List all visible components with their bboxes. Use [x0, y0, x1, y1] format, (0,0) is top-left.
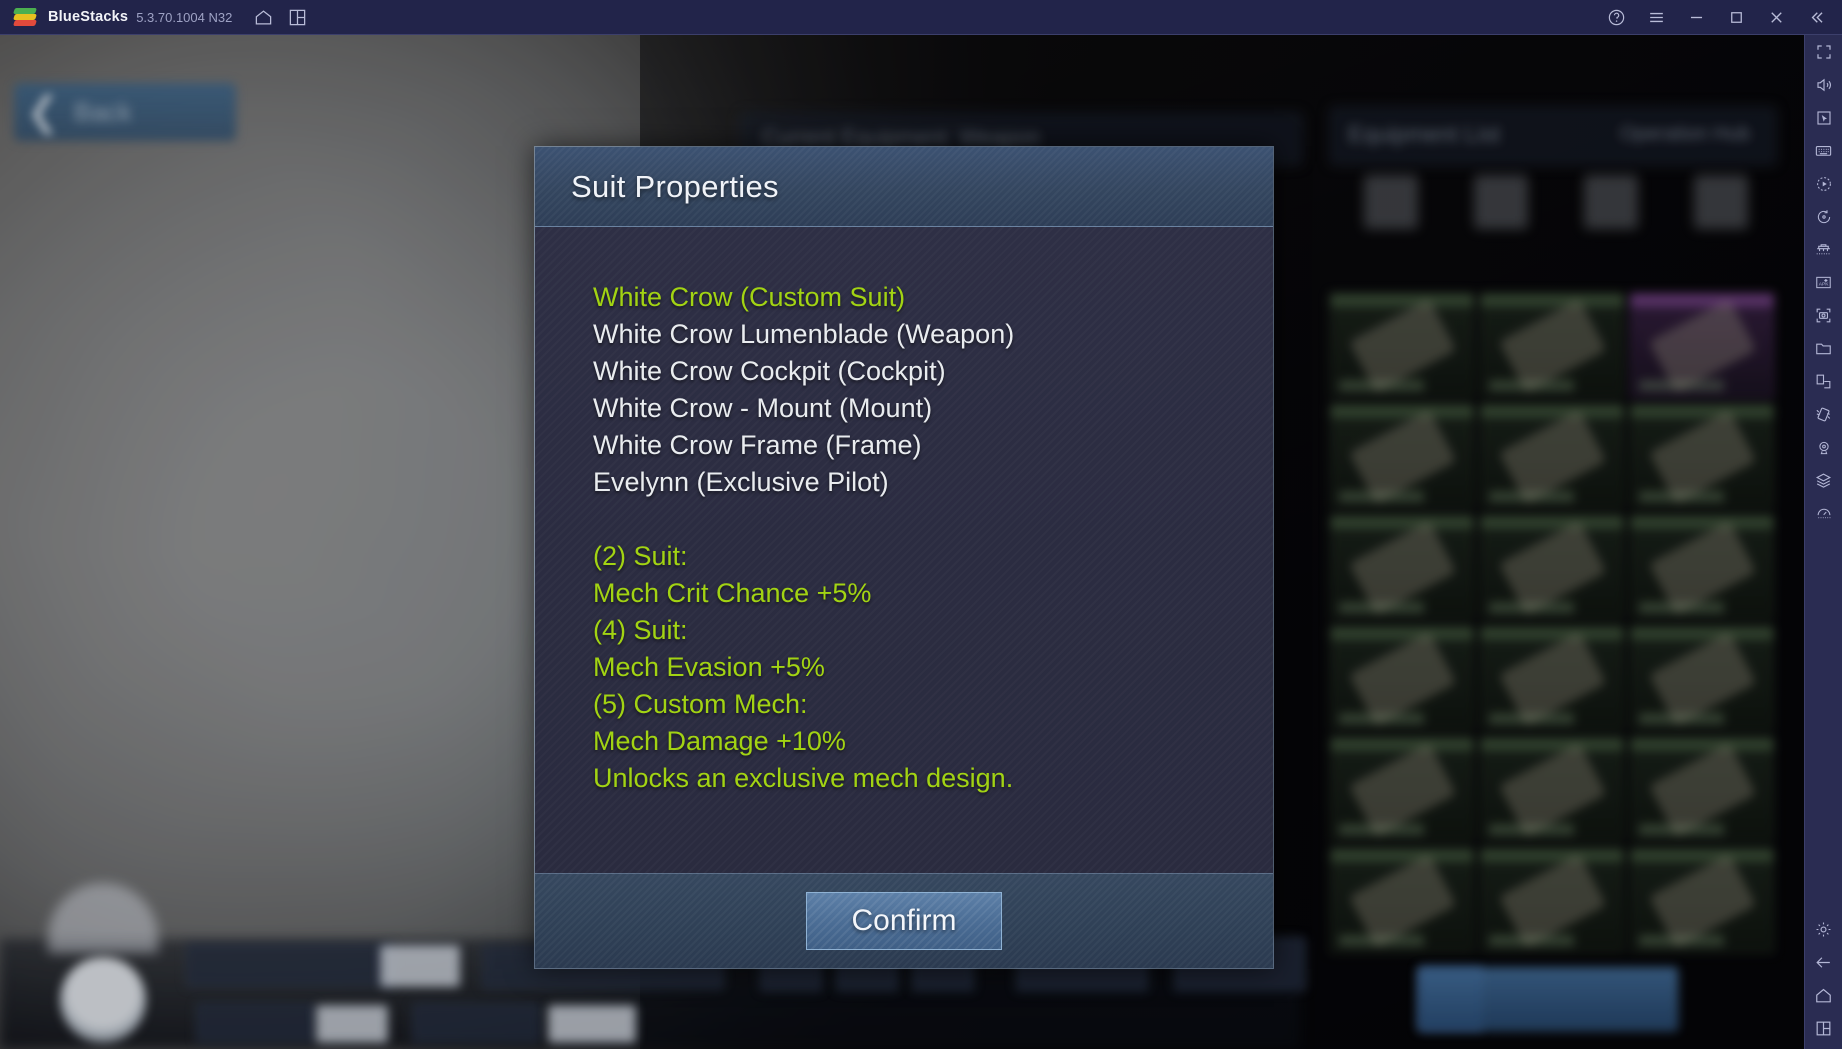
- recent-apps-icon[interactable]: [1805, 1012, 1842, 1045]
- media-manager-icon[interactable]: [1805, 332, 1842, 365]
- install-apk-icon[interactable]: APK: [1805, 266, 1842, 299]
- fullscreen-icon[interactable]: [1805, 35, 1842, 68]
- multi-instance-icon[interactable]: [280, 0, 314, 35]
- dialog-footer: Confirm: [535, 873, 1273, 968]
- shake-icon[interactable]: [1805, 398, 1842, 431]
- layers-icon[interactable]: [1805, 464, 1842, 497]
- suit-piece-row: White Crow Cockpit (Cockpit): [593, 356, 946, 386]
- set-bonus-row: Mech Crit Chance +5%: [593, 578, 872, 608]
- close-icon[interactable]: [1756, 0, 1796, 35]
- app-name: BlueStacks: [48, 9, 129, 25]
- multi-instance-sync-icon[interactable]: [1805, 233, 1842, 266]
- set-bonus-row: Mech Damage +10%: [593, 726, 846, 756]
- location-icon[interactable]: [1805, 431, 1842, 464]
- suit-piece-row: White Crow Lumenblade (Weapon): [593, 319, 1015, 349]
- game-viewport: ❮ Back Current Equipment: Weapon Equipme…: [0, 35, 1804, 1049]
- sidebar-bottom-group: [1805, 913, 1842, 1049]
- set-bonus-row: Mech Evasion +5%: [593, 652, 825, 682]
- titlebar-controls: [1596, 0, 1842, 35]
- screenshot-icon[interactable]: [1805, 299, 1842, 332]
- collapse-sidebar-icon[interactable]: [1796, 0, 1836, 35]
- bluestacks-tool-sidebar: APK: [1804, 35, 1842, 1049]
- volume-icon[interactable]: [1805, 68, 1842, 101]
- android-home-icon[interactable]: [1805, 979, 1842, 1012]
- suit-piece-row: White Crow Frame (Frame): [593, 430, 922, 460]
- suit-piece-row: White Crow (Custom Suit): [593, 282, 906, 312]
- dialog-header: Suit Properties: [535, 147, 1273, 227]
- suit-piece-row: Evelynn (Exclusive Pilot): [593, 467, 889, 497]
- maximize-icon[interactable]: [1716, 0, 1756, 35]
- sidebar-top-group: APK: [1805, 35, 1842, 530]
- menu-icon[interactable]: [1636, 0, 1676, 35]
- sync-operations-icon[interactable]: [1805, 200, 1842, 233]
- dialog-title: Suit Properties: [571, 168, 779, 204]
- set-bonus-row: (4) Suit:: [593, 615, 688, 645]
- keyboard-controls-icon[interactable]: [1805, 134, 1842, 167]
- rotate-layout-icon[interactable]: [1805, 365, 1842, 398]
- back-icon[interactable]: [1805, 946, 1842, 979]
- svg-text:APK: APK: [1819, 282, 1830, 288]
- cursor-icon[interactable]: [1805, 101, 1842, 134]
- macro-recorder-icon[interactable]: [1805, 167, 1842, 200]
- set-bonus-row: Unlocks an exclusive mech design.: [593, 763, 1014, 793]
- settings-gear-icon[interactable]: [1805, 913, 1842, 946]
- home-icon[interactable]: [246, 0, 280, 35]
- set-bonus-row: (2) Suit:: [593, 541, 688, 571]
- suit-properties-dialog: Suit Properties White Crow (Custom Suit)…: [534, 146, 1274, 969]
- bluestacks-logo-icon: [13, 6, 37, 28]
- bluestacks-titlebar: BlueStacks 5.3.70.1004 N32: [0, 0, 1842, 35]
- minimize-icon[interactable]: [1676, 0, 1716, 35]
- set-bonus-row: (5) Custom Mech:: [593, 689, 808, 719]
- dialog-body: White Crow (Custom Suit) White Crow Lume…: [535, 227, 1273, 873]
- app-version: 5.3.70.1004 N32: [136, 9, 233, 25]
- confirm-button[interactable]: Confirm: [806, 892, 1002, 950]
- suit-piece-row: White Crow - Mount (Mount): [593, 393, 933, 423]
- help-icon[interactable]: [1596, 0, 1636, 35]
- eco-mode-icon[interactable]: [1805, 497, 1842, 530]
